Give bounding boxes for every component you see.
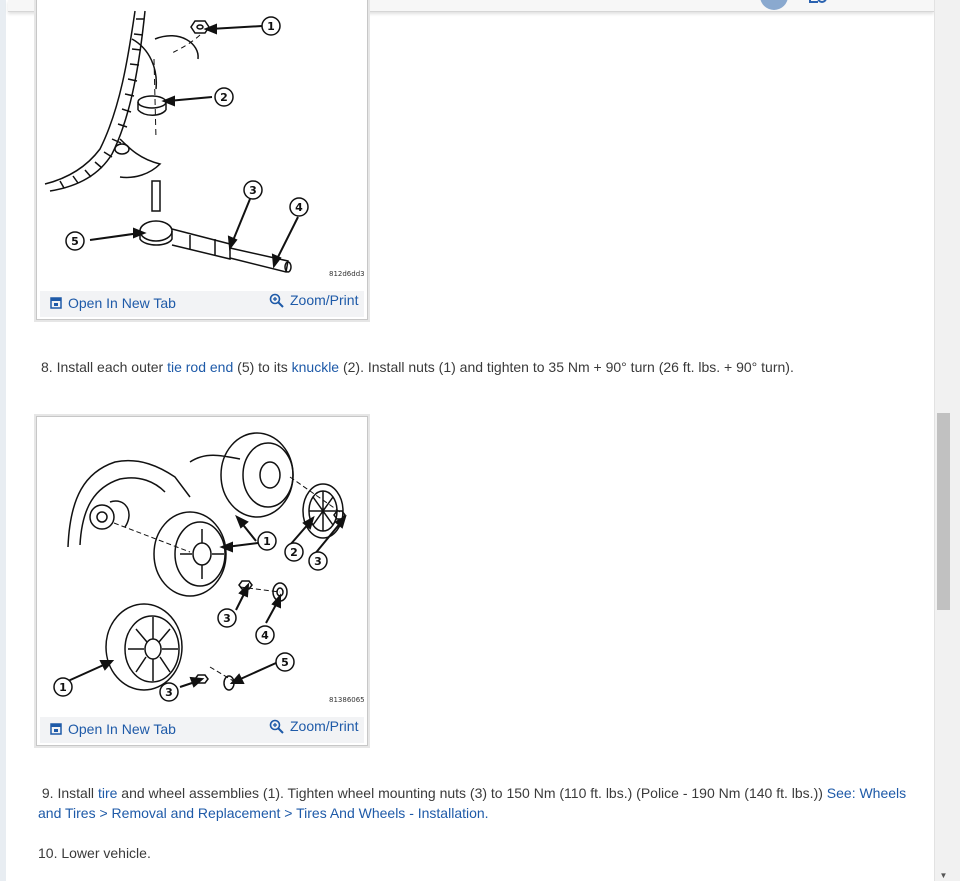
zoom-print-link[interactable]: Zoom/Print [269,718,358,734]
step-10: 10. Lower vehicle. [38,845,151,861]
open-new-tab-link[interactable]: Open In New Tab [50,295,176,311]
callout-3b: 3 [223,612,231,625]
callout-4: 4 [261,629,269,642]
open-tab-icon [50,723,62,735]
open-tab-icon [50,297,62,309]
figure-toolbar: Open In New Tab Zoom/Print [40,717,364,743]
figure-code: 81386065 [329,696,365,704]
callout-3a: 3 [314,555,322,568]
callout-1: 1 [267,20,275,33]
zoom-print-label: Zoom/Print [290,292,359,308]
tire-link[interactable]: tire [98,785,117,801]
user-avatar[interactable] [760,0,788,10]
scroll-down-arrow-icon[interactable]: ▼ [937,870,950,881]
step-9: 9. Install tire and wheel assemblies (1)… [38,785,907,821]
callout-2: 2 [290,546,298,559]
zoom-icon [269,293,284,308]
figure-tie-rod: 1 2 3 4 5 812d6dd3 Open In New Tab Zoom/… [36,0,368,320]
callout-5: 5 [71,235,79,248]
open-new-tab-link[interactable]: Open In New Tab [50,721,176,737]
callout-3: 3 [249,184,257,197]
open-new-tab-label: Open In New Tab [68,721,176,737]
scrollbar-thumb[interactable] [937,413,950,610]
wheel-assembly-diagram: 1 2 3 3 4 1 3 5 [53,432,347,702]
figure-wheels: 1 2 3 3 4 1 3 5 81386065 Open In New Tab… [36,416,368,746]
figure-code: 812d6dd3 [329,270,365,278]
callout-5: 5 [281,656,289,669]
callout-3c: 3 [165,686,173,699]
zoom-icon [269,719,284,734]
document-search-icon[interactable] [808,0,830,8]
zoom-print-link[interactable]: Zoom/Print [269,292,358,308]
tie-rod-end-link[interactable]: tie rod end [167,359,233,375]
figure-toolbar: Open In New Tab Zoom/Print [40,291,364,317]
step-8: 8. Install each outer tie rod end (5) to… [41,359,794,375]
zoom-print-label: Zoom/Print [290,718,359,734]
tie-rod-diagram: 1 2 3 4 5 [44,10,309,273]
callout-1a: 1 [263,535,271,548]
callout-2: 2 [220,91,228,104]
knuckle-link[interactable]: knuckle [292,359,339,375]
callout-4: 4 [295,201,303,214]
callout-1b: 1 [59,681,67,694]
window-edge [0,0,6,881]
open-new-tab-label: Open In New Tab [68,295,176,311]
